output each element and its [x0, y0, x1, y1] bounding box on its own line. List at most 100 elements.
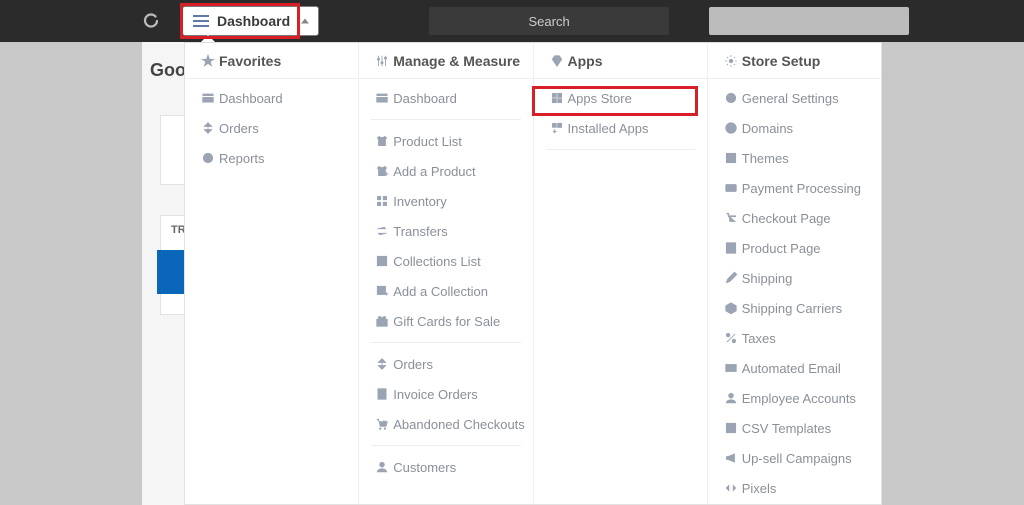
checkout-icon [720, 211, 742, 225]
themes-icon [720, 151, 742, 165]
menu-separator [371, 445, 520, 446]
logo-icon [142, 12, 160, 30]
nav-favorites-dashboard[interactable]: Dashboard [185, 83, 358, 113]
nav-inventory[interactable]: Inventory [359, 186, 532, 216]
item-label: General Settings [742, 91, 839, 106]
collections-plus-icon [371, 284, 393, 298]
menu-separator [546, 149, 695, 150]
item-label: Shipping [742, 271, 793, 286]
nav-product-list[interactable]: Product List [359, 126, 532, 156]
dashboard-menu-label: Dashboard [217, 13, 290, 29]
nav-apps-store[interactable]: Apps Store [534, 83, 707, 113]
manage-header: Manage & Measure [359, 43, 532, 79]
nav-manage-dashboard[interactable]: Dashboard [359, 83, 532, 113]
card-icon [720, 181, 742, 195]
sliders-icon [371, 54, 393, 68]
apps-title: Apps [568, 53, 603, 69]
menu-column-setup: Store Setup General Settings Domains The… [708, 43, 881, 504]
item-label: Gift Cards for Sale [393, 314, 500, 329]
item-label: Automated Email [742, 361, 841, 376]
box-icon [720, 301, 742, 315]
chevron-up-icon [301, 19, 309, 24]
nav-taxes[interactable]: Taxes [708, 323, 881, 353]
dashboard-icon [197, 91, 219, 105]
nav-favorites-orders[interactable]: Orders [185, 113, 358, 143]
nav-shipping-carriers[interactable]: Shipping Carriers [708, 293, 881, 323]
favorites-header: Favorites [185, 43, 358, 79]
search-placeholder: Search [529, 14, 570, 29]
nav-checkout-page[interactable]: Checkout Page [708, 203, 881, 233]
item-label: Invoice Orders [393, 387, 478, 402]
item-label: Reports [219, 151, 265, 166]
item-label: Product List [393, 134, 462, 149]
gear-icon [720, 54, 742, 68]
menu-column-manage: Manage & Measure Dashboard Product List … [359, 43, 533, 504]
item-label: Product Page [742, 241, 821, 256]
orders-icon [371, 357, 393, 371]
item-label: Orders [219, 121, 259, 136]
nav-invoice-orders[interactable]: Invoice Orders [359, 379, 532, 409]
dashboard-menu-button[interactable]: Dashboard [182, 6, 319, 36]
nav-automated-email[interactable]: Automated Email [708, 353, 881, 383]
nav-shipping[interactable]: Shipping [708, 263, 881, 293]
apps-icon [546, 54, 568, 68]
nav-transfers[interactable]: Transfers [359, 216, 532, 246]
top-bar: Dashboard Search [0, 0, 1024, 42]
nav-collections-list[interactable]: Collections List [359, 246, 532, 276]
manage-title: Manage & Measure [393, 53, 520, 69]
employee-icon [720, 391, 742, 405]
nav-themes[interactable]: Themes [708, 143, 881, 173]
mail-icon [720, 361, 742, 375]
setup-header: Store Setup [708, 43, 881, 79]
item-label: Add a Collection [393, 284, 488, 299]
nav-abandoned-checkouts[interactable]: Abandoned Checkouts [359, 409, 532, 439]
nav-orders[interactable]: Orders [359, 349, 532, 379]
nav-upsell-campaigns[interactable]: Up-sell Campaigns [708, 443, 881, 473]
shirt-plus-icon [371, 164, 393, 178]
nav-gift-cards[interactable]: Gift Cards for Sale [359, 306, 532, 336]
item-label: Domains [742, 121, 793, 136]
nav-payment-processing[interactable]: Payment Processing [708, 173, 881, 203]
search-input[interactable]: Search [429, 7, 669, 35]
nav-customers[interactable]: Customers [359, 452, 532, 482]
item-label: Orders [393, 357, 433, 372]
hamburger-icon [193, 15, 209, 27]
nav-csv-templates[interactable]: CSV Templates [708, 413, 881, 443]
megaphone-icon [720, 451, 742, 465]
nav-product-page[interactable]: Product Page [708, 233, 881, 263]
item-label: Abandoned Checkouts [393, 417, 525, 432]
percent-icon [720, 331, 742, 345]
item-label: Themes [742, 151, 789, 166]
nav-installed-apps[interactable]: Installed Apps [534, 113, 707, 143]
toolbar-placeholder [709, 7, 909, 35]
pencil-icon [720, 271, 742, 285]
nav-add-collection[interactable]: Add a Collection [359, 276, 532, 306]
star-icon [197, 54, 219, 68]
nav-favorites-reports[interactable]: Reports [185, 143, 358, 173]
item-label: Apps Store [568, 91, 632, 106]
setup-title: Store Setup [742, 53, 821, 69]
download-icon [546, 121, 568, 135]
cart-x-icon [371, 417, 393, 431]
orders-icon [197, 121, 219, 135]
apps-header: Apps [534, 43, 707, 79]
nav-employee-accounts[interactable]: Employee Accounts [708, 383, 881, 413]
nav-domains[interactable]: Domains [708, 113, 881, 143]
item-label: Add a Product [393, 164, 475, 179]
brand-logo[interactable] [130, 0, 172, 42]
item-label: Installed Apps [568, 121, 649, 136]
code-icon [720, 481, 742, 495]
reports-icon [197, 151, 219, 165]
item-label: Dashboard [393, 91, 457, 106]
item-label: Pixels [742, 481, 777, 496]
item-label: Shipping Carriers [742, 301, 842, 316]
item-label: Taxes [742, 331, 776, 346]
item-label: Collections List [393, 254, 480, 269]
nav-general-settings[interactable]: General Settings [708, 83, 881, 113]
nav-add-product[interactable]: Add a Product [359, 156, 532, 186]
menu-column-favorites: Favorites Dashboard Orders Reports [185, 43, 359, 504]
grid-icon [720, 421, 742, 435]
menu-separator [371, 119, 520, 120]
nav-pixels[interactable]: Pixels [708, 473, 881, 503]
collections-icon [371, 254, 393, 268]
